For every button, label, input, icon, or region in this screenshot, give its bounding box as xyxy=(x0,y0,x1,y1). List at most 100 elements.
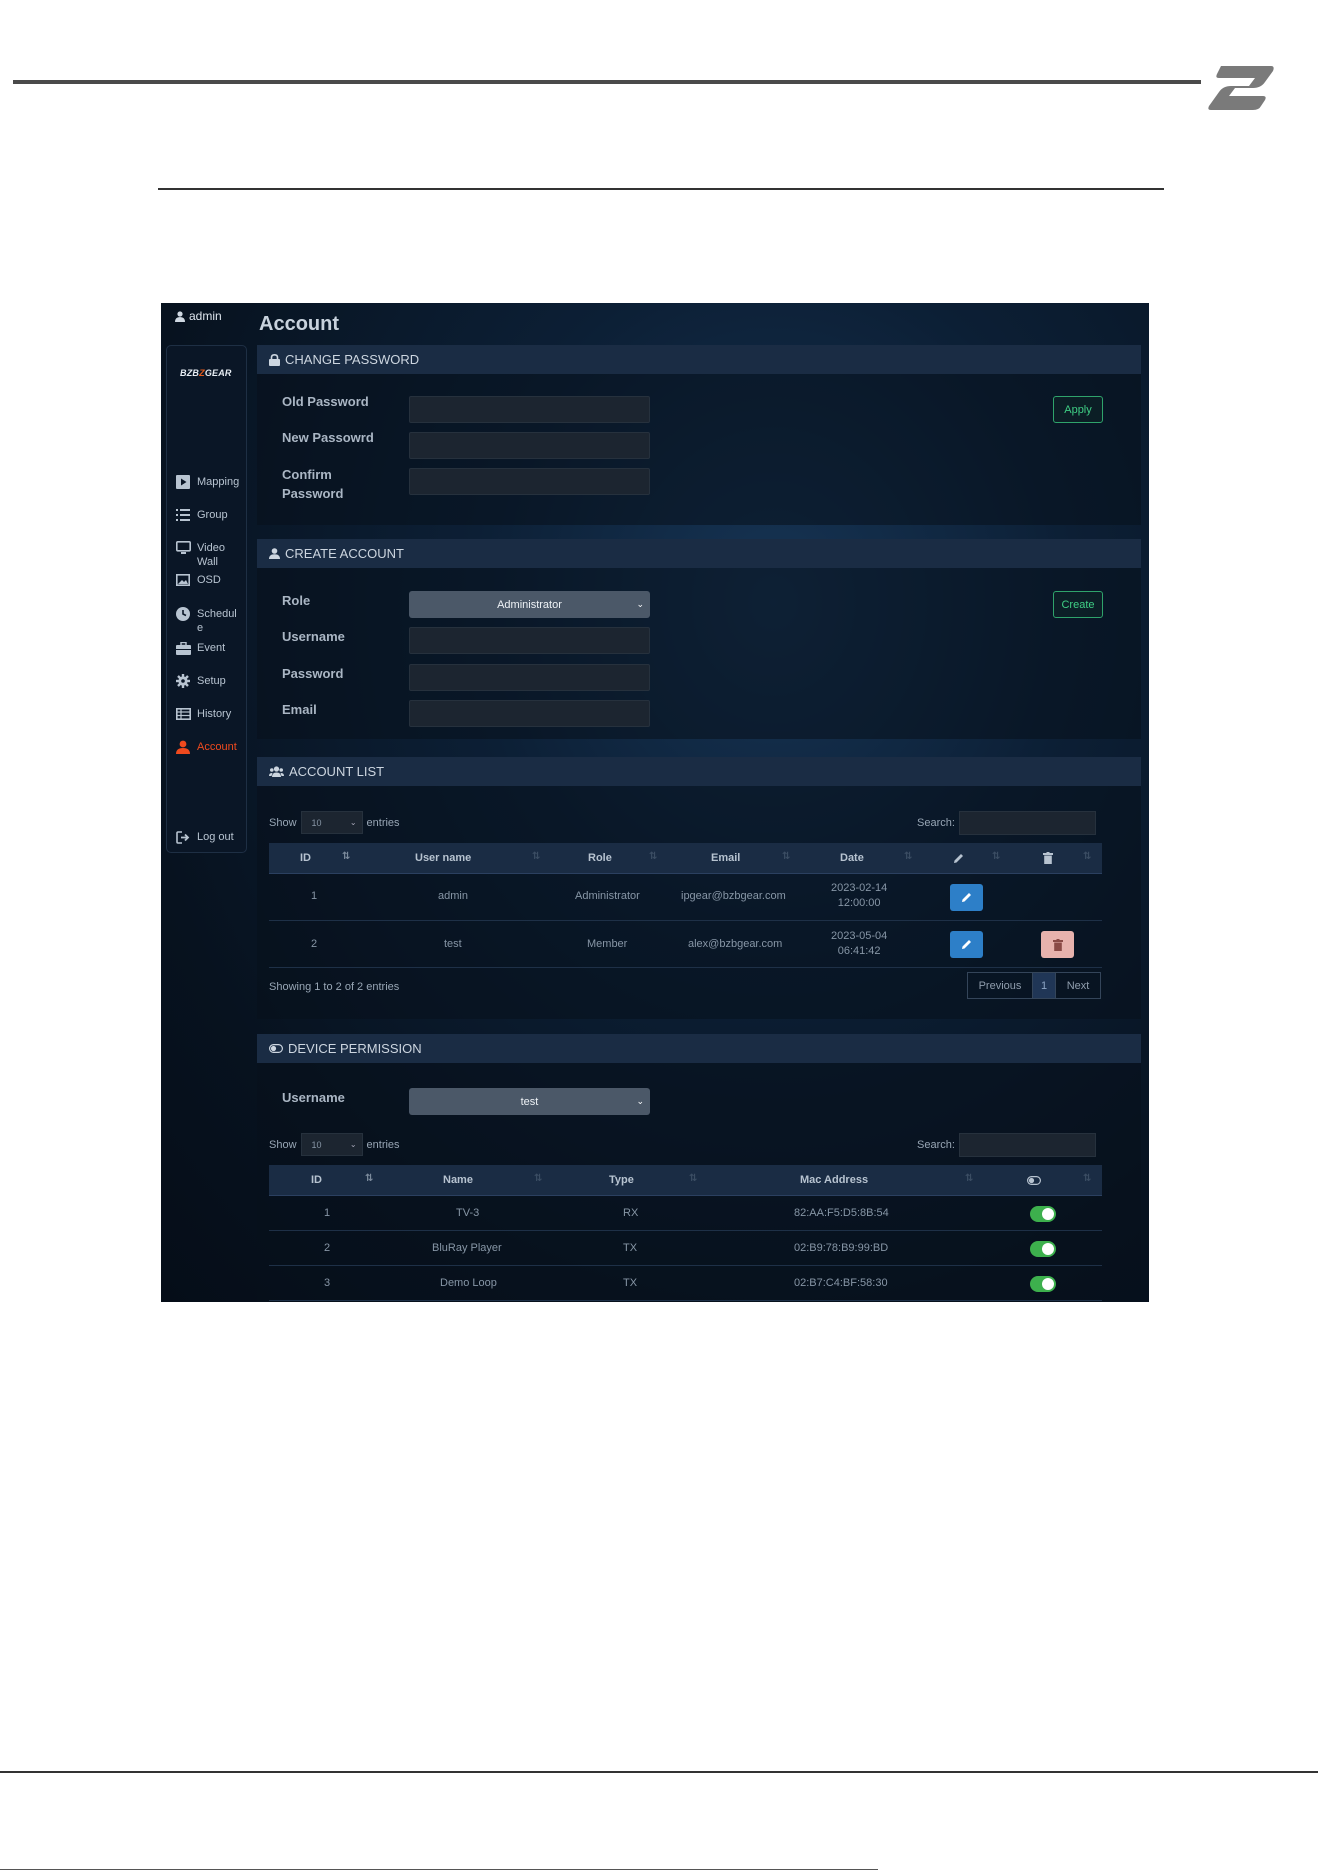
new-password-input[interactable] xyxy=(409,432,650,459)
current-user[interactable]: admin xyxy=(175,309,222,323)
permission-toggle[interactable] xyxy=(1030,1206,1056,1222)
dp-entries-control: Show 10 ⌄ entries xyxy=(269,1133,400,1156)
previous-button[interactable]: Previous xyxy=(968,973,1033,998)
apply-button[interactable]: Apply xyxy=(1053,396,1103,423)
pagination: Previous 1 Next xyxy=(967,972,1101,999)
dp-username-select[interactable]: test ⌄ xyxy=(409,1088,650,1115)
page-title: Account xyxy=(259,313,339,335)
dp-entries-select[interactable]: 10 ⌄ xyxy=(300,1133,363,1156)
briefcase-icon xyxy=(175,641,191,655)
permission-toggle[interactable] xyxy=(1030,1276,1056,1292)
col-username[interactable]: User name xyxy=(415,852,471,864)
chevron-down-icon: ⌄ xyxy=(349,1140,357,1149)
permission-toggle[interactable] xyxy=(1030,1241,1056,1257)
sort-icon[interactable]: ⇅ xyxy=(992,851,1000,862)
col-id[interactable]: ID xyxy=(311,1174,322,1186)
email-label: Email xyxy=(282,702,317,717)
device-search-input[interactable] xyxy=(958,1133,1096,1157)
table-row: 2 BluRay Player TX 02:B9:78:B9:99:BD xyxy=(269,1231,1102,1266)
toggle-icon xyxy=(269,1044,283,1053)
col-mac-address[interactable]: Mac Address xyxy=(800,1174,868,1186)
delete-button[interactable] xyxy=(1041,931,1074,958)
entries-control: Show 10 ⌄ entries xyxy=(269,811,400,834)
account-list-header: ACCOUNT LIST xyxy=(257,757,1141,786)
chevron-down-icon: ⌄ xyxy=(636,599,644,609)
sidebar-item-account[interactable]: Account xyxy=(175,740,247,754)
sort-icon[interactable]: ⇅ xyxy=(904,851,912,862)
sidebar-item-logout[interactable]: Log out xyxy=(175,830,247,844)
table-info: Showing 1 to 2 of 2 entries xyxy=(269,981,400,993)
image-icon xyxy=(175,573,191,587)
password-label: Password xyxy=(282,666,344,681)
col-email[interactable]: Email xyxy=(711,852,740,864)
trash-icon xyxy=(1043,852,1053,864)
create-button[interactable]: Create xyxy=(1053,591,1103,618)
sidebar-item-event[interactable]: Event xyxy=(175,641,247,655)
email-input[interactable] xyxy=(409,700,650,727)
bzbgear-z-logo xyxy=(1208,66,1274,110)
sort-asc-icon[interactable]: ⇅ xyxy=(342,851,350,862)
username-label: Username xyxy=(282,629,345,644)
change-password-header: CHANGE PASSWORD xyxy=(257,345,1141,374)
chevron-down-icon: ⌄ xyxy=(349,818,357,827)
sort-icon[interactable]: ⇅ xyxy=(689,1173,697,1184)
sidebar-item-schedule[interactable]: Schedule xyxy=(175,607,247,635)
table-row: 1 admin Administrator ipgear@bzbgear.com… xyxy=(269,874,1102,921)
col-type[interactable]: Type xyxy=(609,1174,634,1186)
sort-icon[interactable]: ⇅ xyxy=(534,1173,542,1184)
username-input[interactable] xyxy=(409,627,650,654)
edit-button[interactable] xyxy=(950,931,983,958)
sort-icon[interactable]: ⇅ xyxy=(1083,851,1091,862)
sidebar: BZBZGEAR Mapping Group Video Wall OSD Sc… xyxy=(166,345,247,853)
sidebar-item-osd[interactable]: OSD xyxy=(175,573,247,587)
table-row: 2 test Member alex@bzbgear.com 2023-05-0… xyxy=(269,921,1102,968)
user-icon xyxy=(175,740,191,754)
next-button[interactable]: Next xyxy=(1056,973,1100,998)
old-password-input[interactable] xyxy=(409,396,650,423)
col-role[interactable]: Role xyxy=(588,852,612,864)
account-search-input[interactable] xyxy=(958,811,1096,835)
password-input[interactable] xyxy=(409,664,650,691)
document-header-rule xyxy=(13,80,1201,84)
entries-select[interactable]: 10 ⌄ xyxy=(300,811,363,834)
sidebar-item-group[interactable]: Group xyxy=(175,508,247,522)
sort-icon[interactable]: ⇅ xyxy=(965,1173,973,1184)
col-id[interactable]: ID xyxy=(300,852,311,864)
dp-search-control: Search: xyxy=(917,1133,1096,1157)
sort-icon[interactable]: ⇅ xyxy=(1083,1173,1091,1184)
sidebar-item-video-wall[interactable]: Video Wall xyxy=(175,541,247,569)
sort-icon[interactable]: ⇅ xyxy=(532,851,540,862)
col-name[interactable]: Name xyxy=(443,1174,473,1186)
confirm-password-input[interactable] xyxy=(409,468,650,495)
user-icon xyxy=(175,310,185,322)
table-row: 3 Demo Loop TX 02:B7:C4:BF:58:30 xyxy=(269,1266,1102,1301)
sidebar-item-setup[interactable]: Setup xyxy=(175,674,247,688)
role-label: Role xyxy=(282,593,311,608)
clock-icon xyxy=(175,607,191,621)
sort-asc-icon[interactable]: ⇅ xyxy=(365,1173,373,1184)
user-icon xyxy=(269,548,280,559)
chevron-down-icon: ⌄ xyxy=(636,1096,644,1106)
table-row: 1 TV-3 RX 82:AA:F5:D5:8B:54 xyxy=(269,1196,1102,1231)
dp-username-label: Username xyxy=(282,1090,345,1105)
page-1-button[interactable]: 1 xyxy=(1033,973,1056,998)
document-footer-rule xyxy=(0,1771,1318,1773)
document-footer-line xyxy=(0,1869,878,1870)
monitor-icon xyxy=(175,541,191,555)
list-icon xyxy=(175,508,191,522)
create-account-header: CREATE ACCOUNT xyxy=(257,539,1141,568)
sort-icon[interactable]: ⇅ xyxy=(782,851,790,862)
sort-icon[interactable]: ⇅ xyxy=(649,851,657,862)
device-table-header: ID ⇅ Name ⇅ Type ⇅ Mac Address ⇅ ⇅ xyxy=(269,1165,1102,1196)
gear-icon xyxy=(175,674,191,688)
logout-icon xyxy=(175,830,191,844)
sidebar-item-history[interactable]: History xyxy=(175,707,247,721)
lock-icon xyxy=(269,353,280,366)
edit-button[interactable] xyxy=(950,884,983,911)
col-date[interactable]: Date xyxy=(840,852,864,864)
pencil-icon xyxy=(954,854,963,863)
search-control: Search: xyxy=(917,811,1096,835)
sidebar-item-mapping[interactable]: Mapping xyxy=(175,475,247,489)
create-account-panel: CREATE ACCOUNT Role Administrator ⌄ User… xyxy=(257,539,1141,739)
role-select[interactable]: Administrator ⌄ xyxy=(409,591,650,618)
